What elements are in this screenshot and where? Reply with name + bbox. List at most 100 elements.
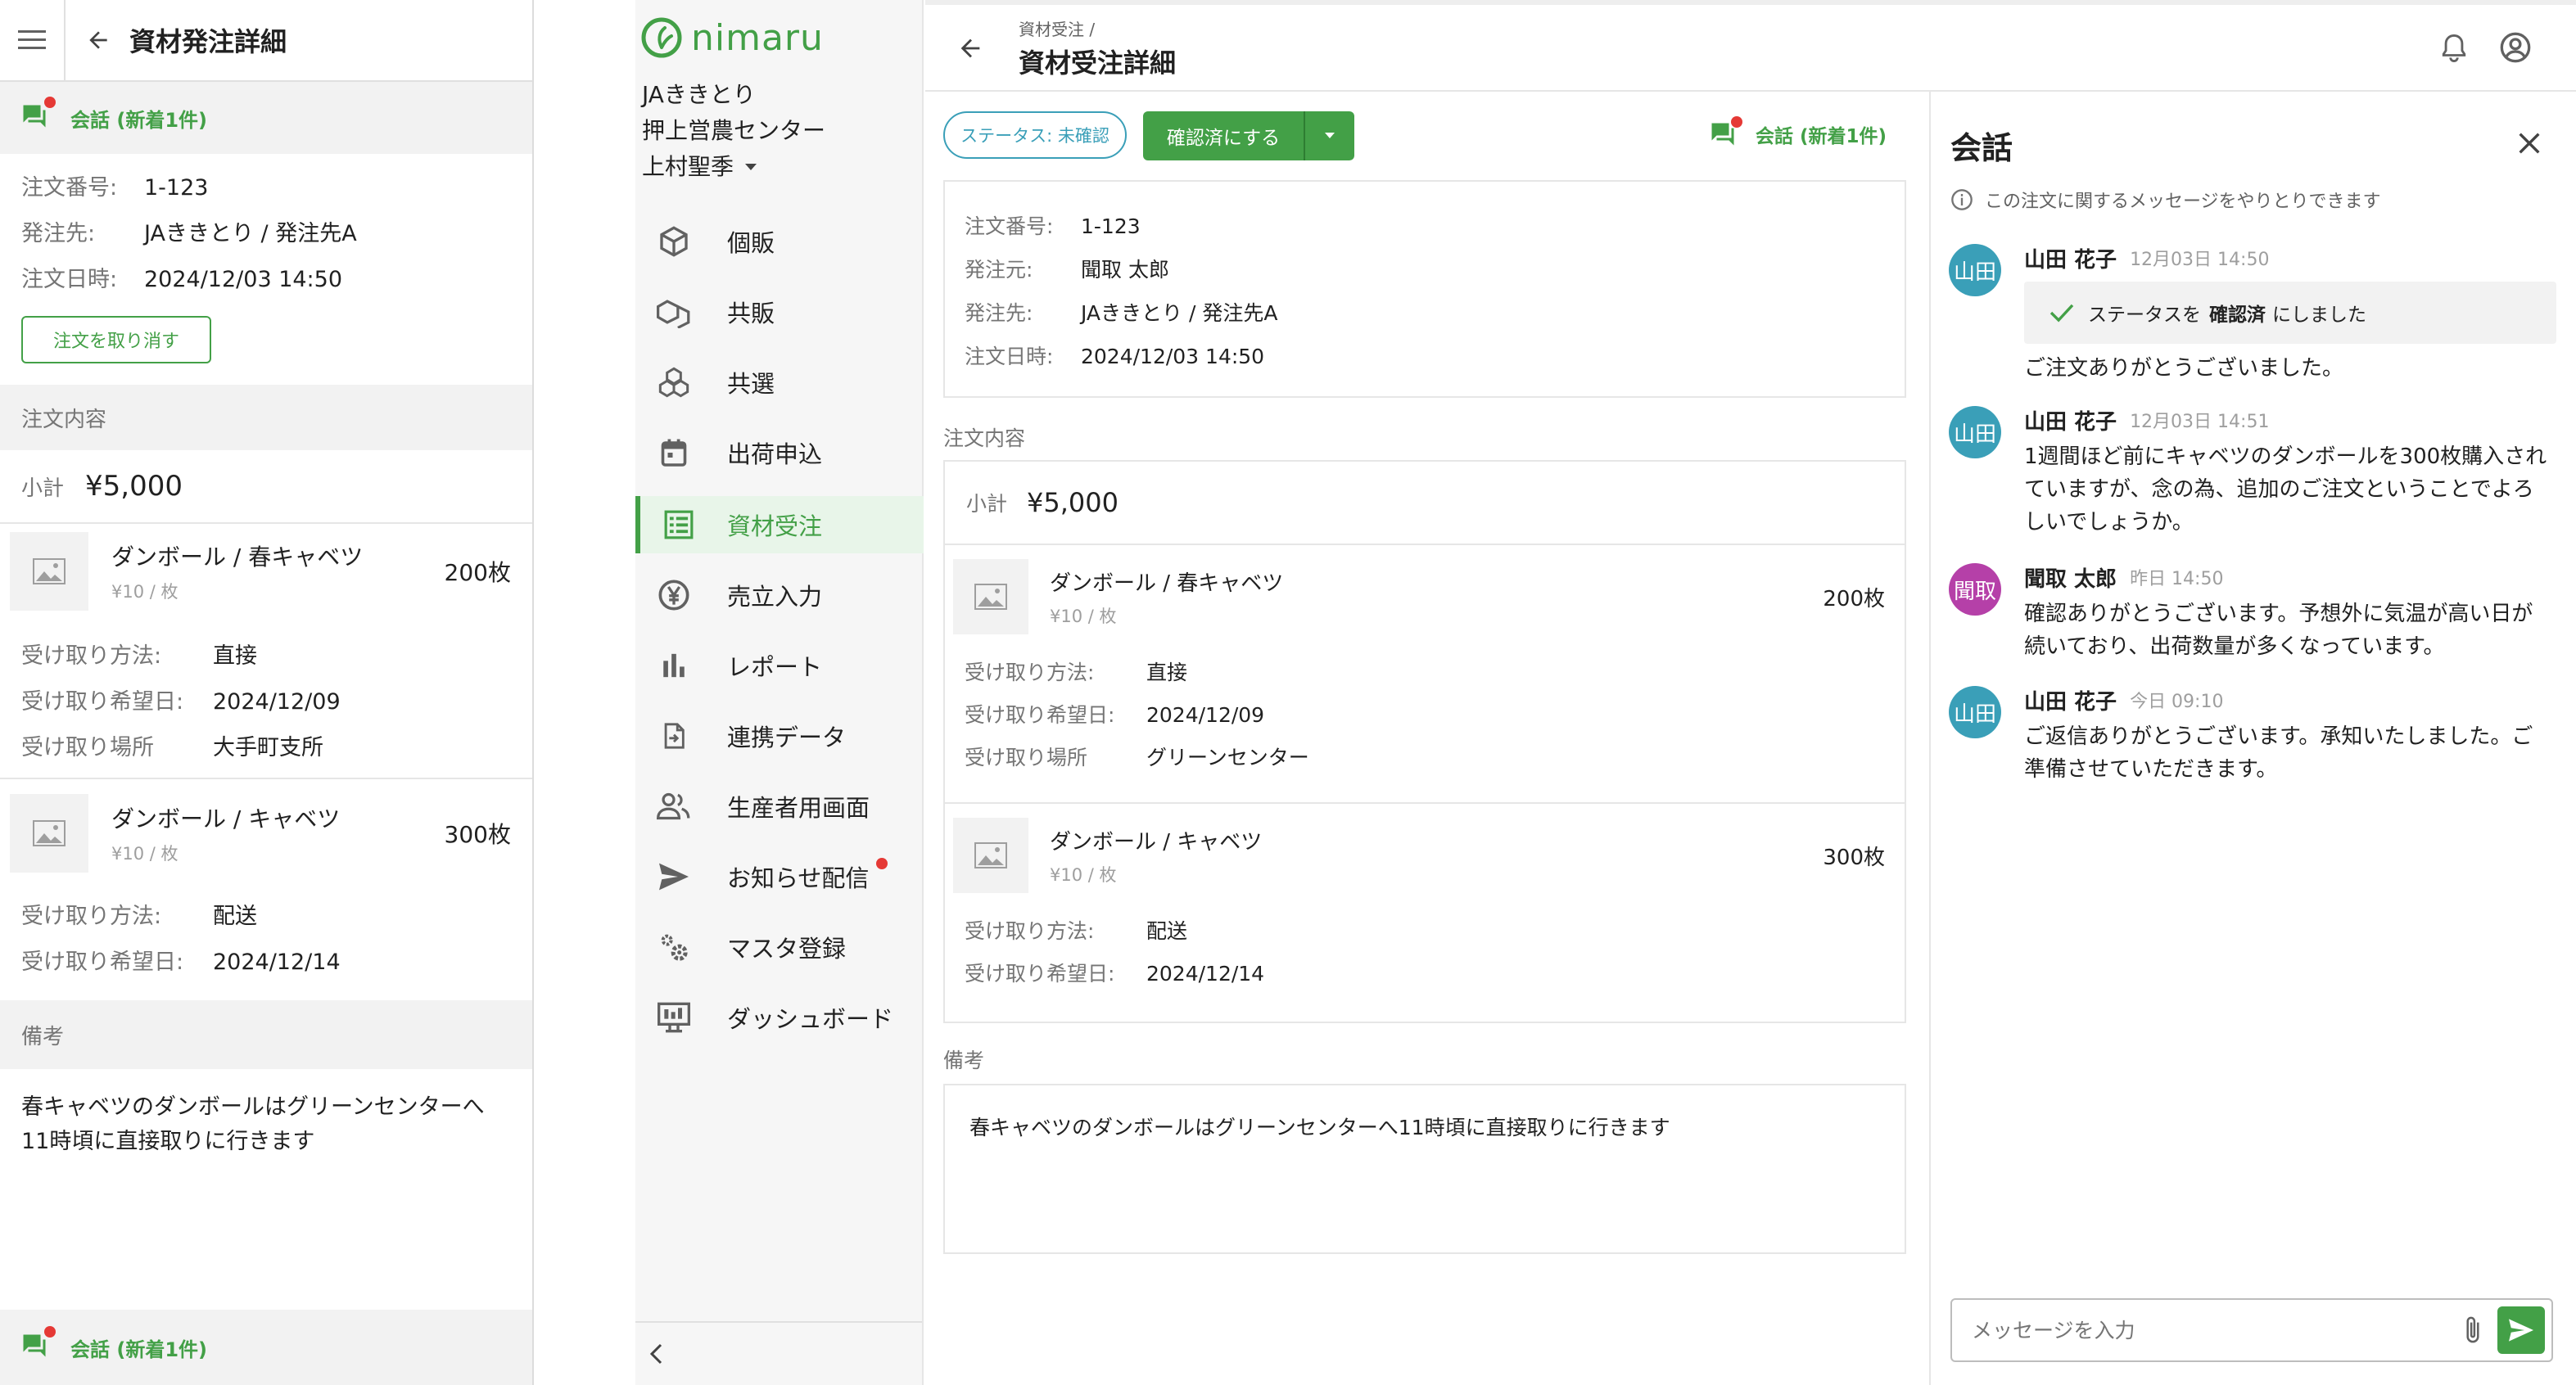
pickup-method: 直接 [1146,661,1188,684]
section-label: 備考 [943,1049,985,1072]
chat-message: 山田 [1949,244,2001,296]
section-label: 注文内容 [21,407,107,432]
chevron-left-icon [649,1343,662,1365]
mobile-app-bar: 資材発注詳細 [0,0,532,82]
supplier-label: 発注先: [965,301,1033,325]
attach-icon[interactable] [2456,1314,2489,1347]
subtotal-row: 小計 ¥5,000 [0,450,532,524]
org-name: JAききとり [642,81,756,108]
order-date: 2024/12/03 14:50 [1081,345,1265,368]
collapse-sidebar-button[interactable] [635,1321,922,1385]
conversation-link[interactable]: 会話 (新着1件) [1708,116,1887,149]
sidebar-item-shipping[interactable]: 出荷申込 [635,424,924,481]
user-menu[interactable]: 上村聖季 [642,149,825,185]
orderer: 聞取 太郎 [1081,258,1169,282]
sidebar-item-producer-screen[interactable]: 生産者用画面 [635,778,924,835]
pickup-date-label: 受け取り希望日: [21,689,184,715]
sidebar-item-label: ダッシュボード [727,1005,894,1033]
sidebar-item-master[interactable]: マスタ登録 [635,918,924,976]
message-time: 今日 09:10 [2130,692,2224,712]
avatar: 山田 [1949,406,2001,458]
list-item: ダンボール / キャベツ ¥10 / 枚 300枚 受け取り方法: 配送 受け取り… [0,786,532,995]
conversation-link-bottom[interactable]: 会話 (新着1件) [0,1310,532,1385]
avatar: 山田 [1949,244,2001,296]
image-placeholder-icon [10,794,88,873]
sidebar-item-integration[interactable]: 連携データ [635,707,924,765]
sidebar-item-dashboard[interactable]: ダッシュボード [635,989,924,1046]
sidebar-item-sales-entry[interactable]: 売立入力 [635,566,924,624]
notes-header: 備考 [0,1000,532,1069]
user-name: 上村聖季 [642,153,734,180]
back-arrow-icon[interactable] [956,34,984,62]
item-name: ダンボール / キャベツ [1050,829,1263,855]
chat-title: 会話 [1950,130,2013,166]
list-item: ダンボール / キャベツ ¥10 / 枚 300枚 受け取り方法: 配送 受け取り… [945,804,1905,995]
pickup-method-label: 受け取り方法: [965,919,1095,943]
list-item: ダンボール / 春キャベツ ¥10 / 枚 200枚 受け取り方法: 直接 受け取… [945,545,1905,804]
message-time: 12月03日 14:50 [2130,250,2270,270]
header-bar: 資材受注 / 資材受注詳細 [925,5,2576,92]
account-icon[interactable] [2499,31,2532,64]
conversation-link[interactable]: 会話 (新着1件) [0,82,532,154]
item-price: ¥10 / 枚 [1050,864,1117,885]
pickup-method-label: 受け取り方法: [965,661,1095,684]
bell-icon[interactable] [2440,33,2468,64]
item-qty: 200枚 [444,559,511,586]
people-icon [655,787,693,825]
message-text-line: しいでしょうか。 [2024,510,2194,535]
message-text: ご注文ありがとうございました。 [2024,356,2344,381]
pickup-method: 配送 [213,904,257,929]
list-item: ダンボール / 春キャベツ ¥10 / 枚 200枚 受け取り方法: 直接 受け取… [0,524,532,779]
status-bold: 確認済 [2209,305,2266,326]
message-text-line: 1週間ほど前にキャベツのダンボールを300枚購入され [2024,444,2547,469]
breadcrumb[interactable]: 資材受注 / [1019,16,1095,40]
section-label: 備考 [21,1024,65,1049]
item-price: ¥10 / 枚 [111,844,179,864]
message-time: 昨日 14:50 [2130,569,2224,589]
sidebar-item-kyohan[interactable]: 共販 [635,283,924,341]
sidebar-item-label: 生産者用画面 [727,794,870,822]
sidebar-item-notification[interactable]: お知らせ配信 [635,848,924,905]
chat-message: 山田 [1949,686,2001,738]
close-icon[interactable] [2515,129,2543,157]
confirm-split-button: 確認済にする [1143,111,1354,160]
sidebar-item-label: 売立入力 [727,583,823,611]
subtotal-value: ¥5,000 [1027,487,1119,518]
sidebar-item-kyosen[interactable]: 共選 [635,354,924,411]
send-button[interactable] [2497,1306,2545,1354]
sidebar-item-label: 連携データ [727,724,847,751]
notification-badge [876,858,888,869]
order-date: 2024/12/03 14:50 [144,267,343,292]
org-center: 押上営農センター [642,117,826,144]
bar-chart-icon [655,647,693,684]
item-name: ダンボール / キャベツ [111,805,341,832]
back-arrow-icon[interactable] [85,27,111,53]
item-name: ダンボール / 春キャベツ [111,544,364,571]
subtotal-row: 小計 ¥5,000 [945,462,1905,545]
sidebar-item-materials[interactable]: 資材受注 [635,496,924,553]
sender-name: 山田 花子 [2024,247,2117,273]
supplier: JAききとり / 発注先A [144,221,357,246]
chat-icon [1708,116,1742,149]
menu-icon[interactable] [0,0,66,81]
message-input[interactable] [1952,1302,2456,1359]
image-placeholder-icon [953,559,1028,634]
dropdown-caret-icon[interactable] [1305,111,1354,160]
sidebar-item-label: 出荷申込 [727,440,823,468]
confirm-button[interactable]: 確認済にする [1143,111,1304,160]
supplier: JAききとり / 発注先A [1081,301,1278,325]
list-icon [660,506,698,544]
nimaru-logo-icon [641,17,682,58]
conversation-label: 会話 (新着1件) [70,108,207,132]
item-qty: 300枚 [1823,845,1885,870]
pickup-date: 2024/12/14 [1146,962,1265,986]
order-contents-header: 注文内容 [0,385,532,450]
notes-text: 春キャベツのダンボールはグリーンセンターへ11時頃に直接取りに行きます [943,1084,1906,1254]
cancel-order-button[interactable]: 注文を取り消す [21,316,211,363]
status-prefix: ステータスを [2088,305,2201,326]
sidebar-item-kohan[interactable]: 個販 [635,213,924,270]
sidebar-item-label: レポート [727,653,823,681]
sidebar-item-report[interactable]: レポート [635,637,924,694]
order-date-label: 注文日時: [21,267,118,292]
pickup-date: 2024/12/14 [213,950,341,975]
